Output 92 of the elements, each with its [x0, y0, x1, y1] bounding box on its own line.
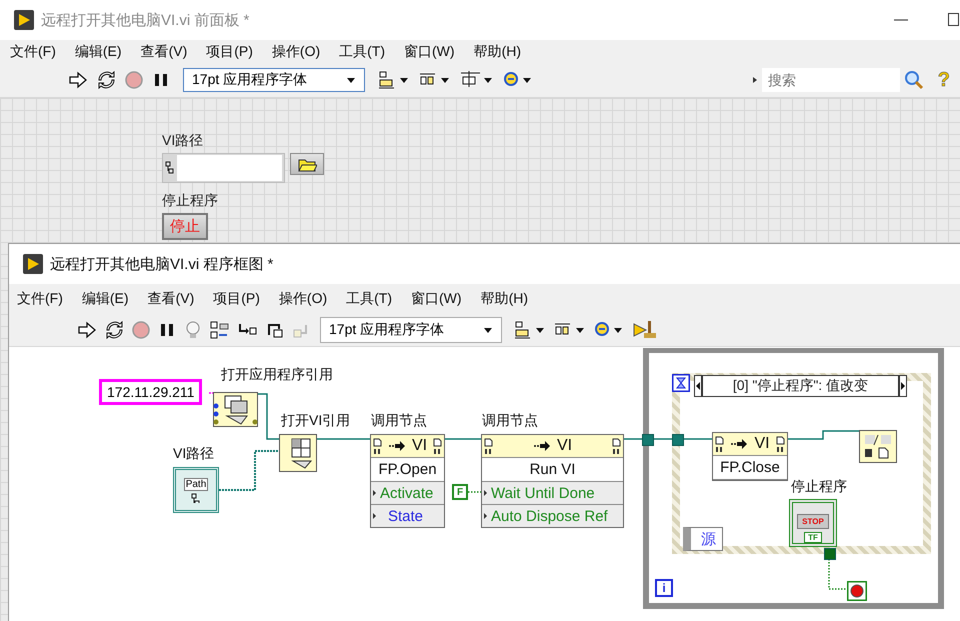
string-constant: 172.11.29.211	[99, 379, 202, 405]
font-dropdown[interactable]: 17pt 应用程序字体	[320, 317, 502, 343]
pause-icon[interactable]	[152, 71, 170, 89]
node-label: VI路径	[173, 445, 214, 463]
clean-up-icon[interactable]	[632, 320, 658, 340]
arrow-icon	[730, 438, 748, 450]
play-logo-icon	[23, 254, 43, 274]
menu-item[interactable]: 文件(F)	[10, 42, 65, 60]
wire	[258, 393, 279, 440]
wire	[828, 559, 847, 590]
control-label: 停止程序	[162, 192, 218, 210]
document-icon	[433, 438, 442, 454]
document-node-icon	[859, 430, 897, 463]
path-type-icon	[191, 492, 201, 502]
caret-icon	[346, 76, 356, 84]
terminal-type-label: TF	[804, 532, 822, 543]
iteration-terminal: i	[655, 579, 673, 597]
play-logo-icon	[14, 10, 34, 30]
light-bulb-icon[interactable]	[184, 321, 202, 339]
wire	[317, 438, 370, 440]
path-type-icon	[165, 161, 175, 175]
class-label: VI	[412, 437, 428, 455]
class-label: VI	[556, 437, 572, 455]
caret-icon	[483, 326, 493, 334]
event-data-node: 源	[683, 527, 723, 551]
pause-icon[interactable]	[158, 321, 176, 339]
align-objects-icon[interactable]	[514, 320, 546, 340]
property-row: Wait Until Done	[482, 482, 623, 505]
menu-item[interactable]: 窗口(W)	[404, 42, 464, 60]
document-icon	[776, 436, 785, 452]
wire	[209, 392, 213, 394]
menu-item[interactable]: 工具(T)	[339, 42, 394, 60]
run-continuously-icon[interactable]	[97, 71, 116, 89]
menu-item[interactable]: 项目(P)	[213, 290, 269, 308]
node-label: 调用节点	[371, 412, 427, 430]
run-continuously-icon[interactable]	[105, 321, 124, 339]
browse-button[interactable]	[290, 153, 324, 175]
menu-item[interactable]: 编辑(E)	[82, 290, 138, 308]
window-node-icon	[213, 392, 258, 427]
tunnel	[824, 548, 836, 560]
menu-item[interactable]: 操作(O)	[278, 290, 336, 308]
case-selector[interactable]: [0] "停止程序": 值改变	[702, 375, 899, 397]
property-row: Activate	[371, 482, 444, 505]
grid-node-icon	[279, 434, 317, 472]
class-label: VI	[754, 435, 770, 453]
menu-item[interactable]: 窗口(W)	[411, 290, 471, 308]
tunnel	[672, 434, 684, 446]
property-row: State	[371, 505, 444, 527]
run-arrow-icon[interactable]	[68, 71, 88, 89]
node-label: 停止程序	[791, 478, 847, 496]
menu-item[interactable]: 编辑(E)	[74, 42, 131, 60]
retain-values-icon[interactable]	[210, 321, 230, 339]
node-label: 打开应用程序引用	[221, 366, 333, 384]
boolean-constant: F	[452, 484, 468, 500]
wire	[443, 438, 481, 440]
document-icon	[484, 438, 493, 454]
menu-item[interactable]: 文件(F)	[17, 290, 72, 308]
terminal-type-label: Path	[184, 478, 208, 490]
node-label: 调用节点	[482, 412, 538, 430]
menu-item[interactable]: 工具(T)	[346, 290, 402, 308]
menu-item[interactable]: 帮助(H)	[480, 290, 537, 308]
search-field[interactable]: 搜索	[762, 68, 900, 92]
menu-item[interactable]: 查看(V)	[140, 42, 196, 60]
property-row: Auto Dispose Ref	[482, 505, 623, 527]
window-title: 远程打开其他电脑VI.vi 前面板 *	[41, 10, 250, 30]
document-icon	[373, 438, 382, 454]
menu-item[interactable]: 操作(O)	[272, 42, 330, 60]
document-icon	[715, 436, 724, 452]
menu-item[interactable]: 项目(P)	[206, 42, 262, 60]
menu-item[interactable]: 帮助(H)	[474, 42, 530, 60]
run-arrow-icon[interactable]	[77, 321, 97, 339]
window-title: 远程打开其他电脑VI.vi 程序框图 *	[50, 254, 274, 274]
document-icon	[612, 438, 621, 454]
arrow-icon	[532, 440, 551, 452]
control-label: VI路径	[162, 132, 204, 150]
node-label: 打开VI引用	[281, 412, 350, 430]
font-dropdown[interactable]: 17pt 应用程序字体	[183, 68, 365, 92]
align-objects-icon[interactable]	[378, 70, 410, 90]
search-icon[interactable]	[904, 70, 924, 90]
menu-item[interactable]: 查看(V)	[148, 290, 204, 308]
stop-glyph-label: STOP	[797, 514, 829, 529]
resize-objects-icon[interactable]	[460, 70, 494, 90]
maximize-icon[interactable]	[948, 13, 960, 27]
path-field[interactable]	[162, 153, 285, 183]
wire	[468, 491, 481, 493]
arrow-icon	[388, 440, 406, 452]
step-over-icon[interactable]	[266, 321, 284, 339]
hourglass-icon	[672, 374, 690, 392]
expand-arrow-icon[interactable]	[752, 75, 758, 85]
wire	[219, 450, 279, 491]
tunnel	[642, 434, 654, 446]
stop-condition-icon	[847, 581, 867, 601]
